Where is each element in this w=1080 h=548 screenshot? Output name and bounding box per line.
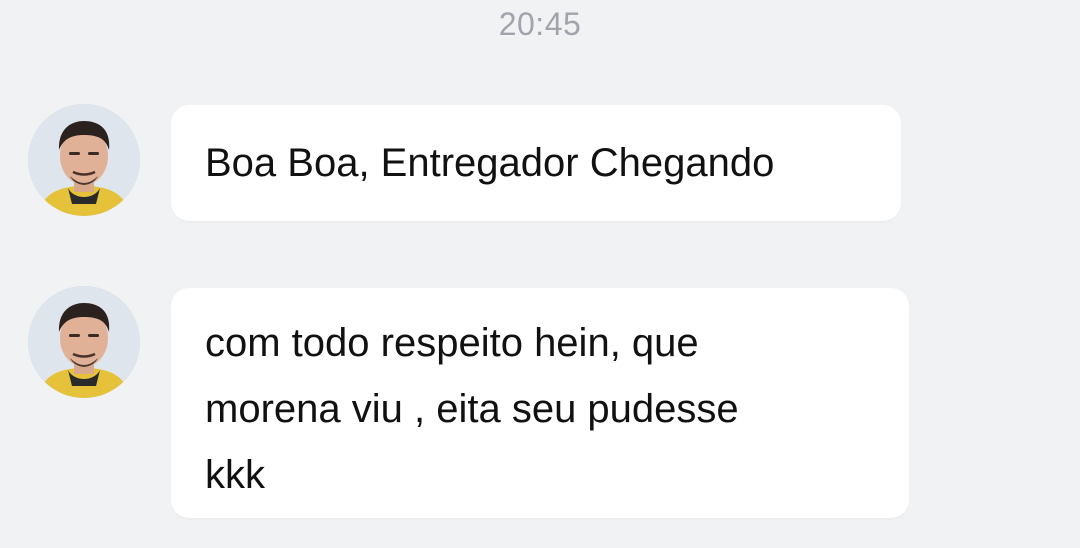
avatar[interactable]	[28, 286, 140, 398]
message-bubble[interactable]: com todo respeito hein, que morena viu ,…	[171, 288, 909, 518]
message-timestamp: 20:45	[498, 6, 582, 42]
chat-thread[interactable]: 20:45 Boa Boa, Entregador Chegando com t…	[0, 0, 1080, 548]
message-text: Boa Boa, Entregador Chegando	[205, 141, 775, 185]
message-bubble[interactable]: Boa Boa, Entregador Chegando	[171, 105, 901, 221]
message-text: com todo respeito hein, que morena viu ,…	[205, 321, 739, 497]
avatar-icon	[28, 104, 140, 216]
avatar-icon	[28, 286, 140, 398]
avatar[interactable]	[28, 104, 140, 216]
